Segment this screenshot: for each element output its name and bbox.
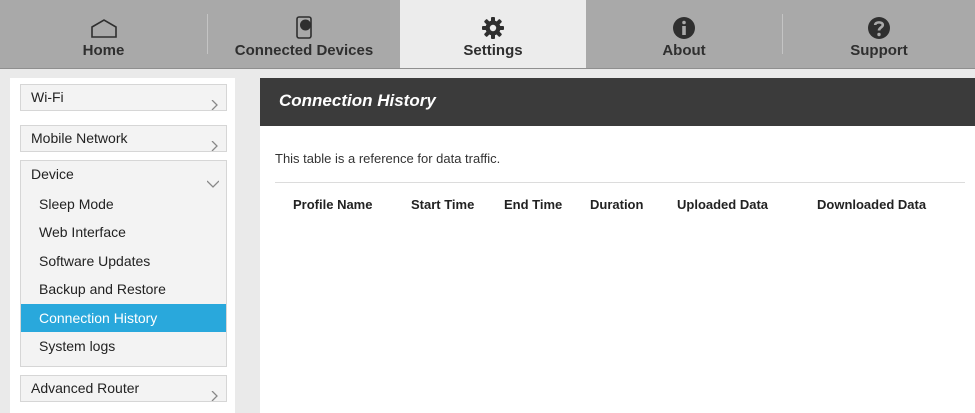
- sidebar: Wi-Fi Mobile Network Device Sleep Mode W…: [10, 78, 235, 413]
- tab-home-label: Home: [82, 42, 125, 59]
- chevron-right-icon: [209, 134, 219, 152]
- sidebar-item-wifi[interactable]: Wi-Fi: [20, 84, 227, 111]
- sidebar-item-label: Advanced Router: [31, 380, 140, 396]
- sidebar-item-label: Device: [31, 166, 74, 182]
- sidebar-subitem-software-updates[interactable]: Software Updates: [21, 247, 226, 275]
- sidebar-item-advanced-router[interactable]: Advanced Router: [20, 375, 227, 402]
- tab-support-label: Support: [850, 42, 908, 59]
- tab-connected-devices-label: Connected Devices: [234, 42, 374, 59]
- sidebar-subitem-web-interface[interactable]: Web Interface: [21, 218, 226, 246]
- column-header-profile-name: Profile Name: [293, 197, 373, 212]
- main-panel: Connection History This table is a refer…: [260, 78, 975, 413]
- devices-icon: [290, 15, 318, 41]
- tab-home[interactable]: Home: [0, 0, 207, 68]
- column-header-end-time: End Time: [504, 197, 563, 212]
- page-header: Connection History: [260, 78, 975, 126]
- sidebar-item-device[interactable]: Device: [21, 161, 226, 188]
- page-title: Connection History: [279, 91, 436, 110]
- column-header-uploaded-data: Uploaded Data: [677, 197, 769, 212]
- tab-connected-devices[interactable]: Connected Devices: [208, 0, 400, 68]
- tab-settings[interactable]: Settings: [400, 0, 586, 68]
- sidebar-item-mobile-network[interactable]: Mobile Network: [20, 125, 227, 152]
- sidebar-subitem-connection-history[interactable]: Connection History: [21, 304, 226, 332]
- sidebar-item-label: Wi-Fi: [31, 89, 64, 105]
- tab-about[interactable]: About: [586, 0, 782, 68]
- column-header-duration: Duration: [590, 197, 644, 212]
- column-header-start-time: Start Time: [411, 197, 475, 212]
- chevron-right-icon: [209, 93, 219, 111]
- sidebar-subitem-system-logs[interactable]: System logs: [21, 332, 226, 360]
- tab-support[interactable]: Support: [783, 0, 975, 68]
- sidebar-item-label: Mobile Network: [31, 130, 128, 146]
- tab-settings-label: Settings: [463, 42, 523, 59]
- gear-icon: [479, 15, 507, 41]
- column-header-downloaded-data: Downloaded Data: [817, 197, 927, 212]
- chevron-right-icon: [209, 384, 219, 402]
- sidebar-group-device: Device Sleep Mode Web Interface Software…: [20, 160, 227, 367]
- sidebar-subitem-sleep-mode[interactable]: Sleep Mode: [21, 190, 226, 218]
- tab-about-label: About: [662, 42, 706, 59]
- divider: [275, 182, 965, 183]
- sidebar-subitem-backup-and-restore[interactable]: Backup and Restore: [21, 275, 226, 303]
- question-icon: [865, 15, 893, 41]
- top-navigation: Home Connected Devices Settings About Su…: [0, 0, 975, 69]
- info-icon: [670, 15, 698, 41]
- page-description: This table is a reference for data traff…: [275, 151, 501, 166]
- home-icon: [90, 15, 118, 41]
